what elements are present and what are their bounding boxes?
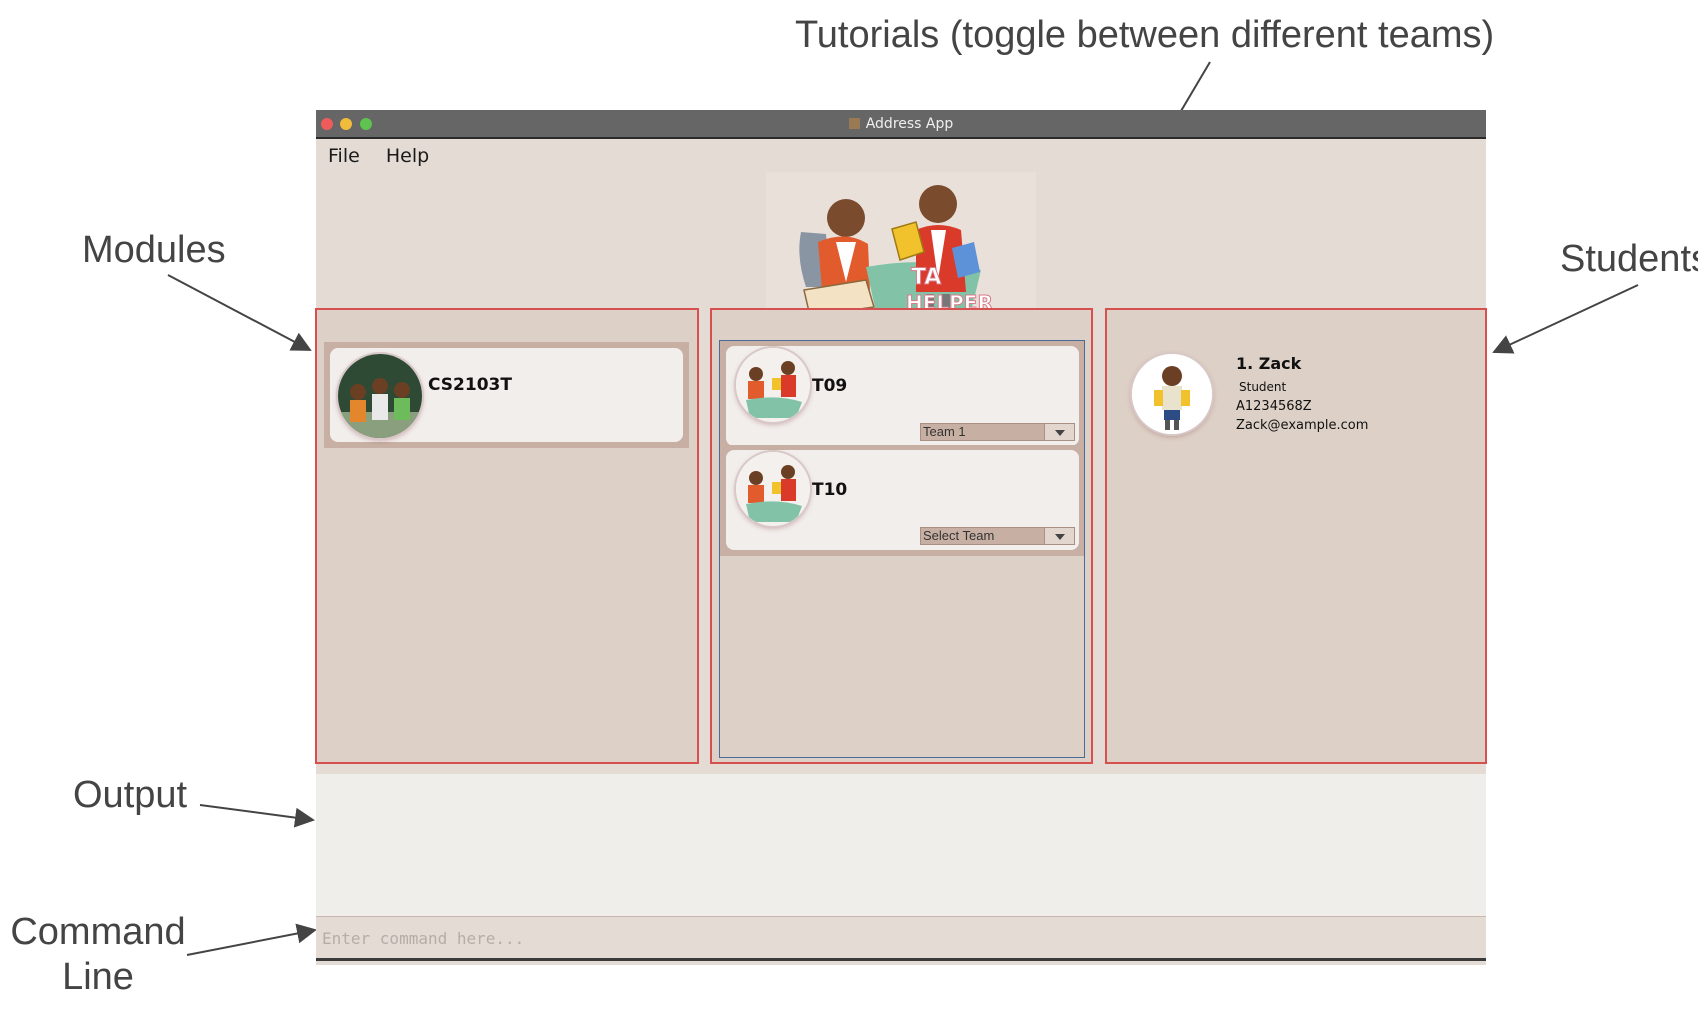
arrow-modules bbox=[167, 274, 312, 351]
team-select-value: Select Team bbox=[923, 528, 995, 543]
command-box bbox=[316, 916, 1486, 961]
tutorial-avatar bbox=[736, 348, 810, 422]
annotation-command-line-1: Command bbox=[10, 911, 186, 953]
student-list[interactable]: 1. Zack Student A1234568Z Zack@example.c… bbox=[1114, 340, 1480, 758]
team-select[interactable]: Team 1 bbox=[920, 423, 1075, 441]
menu-help[interactable]: Help bbox=[386, 145, 429, 167]
tutorial-list-item[interactable]: T10 Select Team bbox=[720, 445, 1084, 556]
student-avatar bbox=[1132, 354, 1212, 434]
module-list-item[interactable]: CS2103T bbox=[324, 342, 689, 448]
menu-file[interactable]: File bbox=[328, 145, 360, 167]
module-avatar bbox=[338, 354, 422, 438]
student-card[interactable]: 1. Zack Student A1234568Z Zack@example.c… bbox=[1114, 340, 1480, 442]
ta-helper-logo-image: TA HELPER bbox=[799, 185, 993, 320]
arrow-command-line bbox=[186, 923, 317, 956]
arrow-output bbox=[199, 804, 315, 828]
student-role: Student bbox=[1239, 380, 1287, 394]
tutorials-panel: T09 Team 1 T10 Select Team bbox=[710, 308, 1093, 764]
module-card[interactable]: CS2103T bbox=[330, 348, 683, 442]
menu-bar: File Help bbox=[328, 145, 449, 167]
chevron-down-icon[interactable] bbox=[1044, 528, 1074, 544]
tutorial-name: T09 bbox=[812, 376, 848, 396]
annotation-output: Output bbox=[73, 774, 188, 816]
student-matric: A1234568Z bbox=[1236, 399, 1312, 414]
tutorial-card[interactable]: T10 Select Team bbox=[726, 450, 1079, 550]
arrow-students bbox=[1492, 284, 1639, 354]
tutorial-name: T10 bbox=[812, 480, 848, 500]
app-window: Address App File Help TA HELPER CS2103T … bbox=[315, 110, 1487, 965]
student-name: 1. Zack bbox=[1236, 354, 1302, 373]
chevron-down-icon[interactable] bbox=[1044, 424, 1074, 440]
annotation-command-line-2: Line bbox=[62, 956, 134, 998]
tutorial-avatar bbox=[736, 452, 810, 526]
command-input[interactable] bbox=[320, 925, 1474, 951]
title-bar: Address App bbox=[316, 110, 1486, 139]
window-title: Address App bbox=[865, 116, 954, 132]
team-select[interactable]: Select Team bbox=[920, 527, 1075, 545]
tutorial-card[interactable]: T09 Team 1 bbox=[726, 346, 1079, 446]
annotation-students: Students bbox=[1560, 238, 1698, 280]
modules-panel: CS2103T bbox=[315, 308, 699, 764]
logo-text-line1: TA bbox=[911, 265, 941, 290]
student-email: Zack@example.com bbox=[1236, 418, 1369, 433]
annotation-modules: Modules bbox=[82, 229, 226, 271]
students-panel: 1. Zack Student A1234568Z Zack@example.c… bbox=[1105, 308, 1487, 764]
team-select-value: Team 1 bbox=[923, 424, 966, 439]
app-icon bbox=[848, 118, 860, 129]
module-code: CS2103T bbox=[428, 375, 512, 395]
annotation-tutorials: Tutorials (toggle between different team… bbox=[795, 14, 1495, 56]
tutorial-list[interactable]: T09 Team 1 T10 Select Team bbox=[719, 340, 1085, 758]
annotation-command-line: Command Line bbox=[8, 910, 188, 1000]
output-display bbox=[316, 774, 1486, 916]
ta-helper-logo: TA HELPER bbox=[766, 172, 1036, 320]
tutorial-list-item[interactable]: T09 Team 1 bbox=[720, 341, 1084, 452]
